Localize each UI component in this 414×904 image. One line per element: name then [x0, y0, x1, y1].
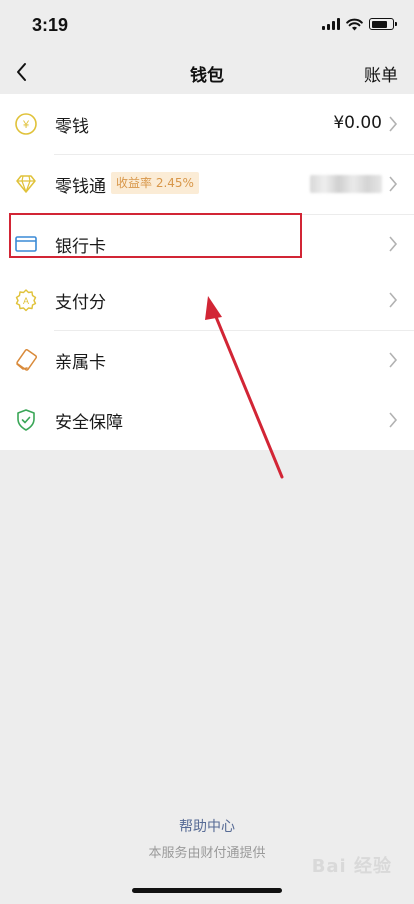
change-label: 零钱	[55, 117, 89, 137]
baidu-watermark: Bai 经验	[311, 856, 392, 877]
home-indicator[interactable]	[132, 888, 282, 893]
family-card-icon	[16, 349, 38, 371]
status-time: 3:19	[32, 15, 69, 35]
licaitong-row[interactable]: 零钱通 收益率 2.45%	[0, 154, 414, 214]
chevron-right-icon	[389, 412, 398, 428]
security-group: 安全保障	[0, 390, 414, 450]
diamond-icon	[16, 175, 36, 193]
status-bar: 3:19	[0, 0, 414, 50]
bank-card-label: 银行卡	[55, 237, 106, 257]
yuan-coin-icon: ¥	[15, 113, 37, 135]
blurred-balance	[310, 175, 382, 193]
credit-group: A 支付分 亲属卡	[0, 270, 414, 390]
pay-score-row[interactable]: A 支付分	[0, 270, 414, 330]
licaitong-label: 零钱通	[55, 177, 106, 197]
change-row[interactable]: ¥ 零钱 ¥0.00	[0, 94, 414, 154]
bank-card-row[interactable]: 银行卡	[0, 214, 414, 274]
page-title: 钱包	[190, 66, 224, 86]
svg-text:¥: ¥	[22, 119, 30, 131]
status-icons	[322, 16, 397, 32]
chevron-right-icon	[389, 292, 398, 308]
wifi-icon	[346, 18, 363, 30]
chevron-right-icon	[389, 116, 398, 132]
help-center-link[interactable]: 帮助中心	[0, 816, 414, 836]
score-badge-icon: A	[15, 289, 37, 312]
change-balance: ¥0.00	[333, 113, 382, 133]
security-label: 安全保障	[55, 413, 123, 433]
nav-bar: 钱包 账单	[0, 50, 414, 94]
family-card-row[interactable]: 亲属卡	[0, 330, 414, 390]
chevron-right-icon	[389, 176, 398, 192]
bank-card-icon	[15, 236, 37, 252]
chevron-right-icon	[389, 352, 398, 368]
yield-rate-badge: 收益率 2.45%	[111, 172, 199, 194]
family-card-label: 亲属卡	[55, 353, 106, 373]
wallet-group: ¥ 零钱 ¥0.00 零钱通 收益率 2.45% 银行卡	[0, 94, 414, 274]
shield-check-icon	[17, 409, 35, 431]
pay-score-label: 支付分	[55, 293, 106, 313]
svg-text:A: A	[23, 296, 29, 306]
cellular-signal-icon	[322, 18, 340, 30]
bill-button[interactable]: 账单	[364, 61, 398, 86]
chevron-right-icon	[389, 236, 398, 252]
battery-icon	[369, 18, 397, 30]
security-row[interactable]: 安全保障	[0, 390, 414, 450]
